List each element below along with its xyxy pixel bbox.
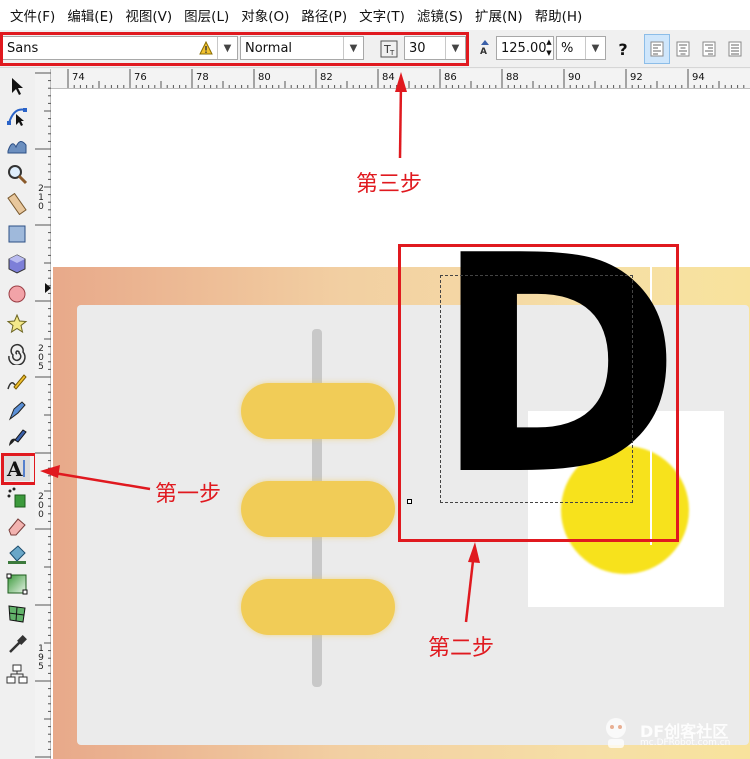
align-justify-icon <box>728 41 742 57</box>
chevron-down-icon[interactable]: ▼ <box>585 37 605 59</box>
toolbox: A <box>0 69 34 759</box>
ruler-label: 76 <box>134 72 147 83</box>
pen-icon <box>8 401 26 421</box>
eraser-icon <box>8 518 26 536</box>
mesh-tool[interactable] <box>4 601 30 627</box>
pen-tool[interactable] <box>4 397 30 423</box>
connector-icon <box>6 664 28 684</box>
watermark-url: mc.DFRobot.com.cn <box>640 738 731 748</box>
ruler-label: 205 <box>38 344 44 372</box>
ruler-label: 94 <box>692 72 705 83</box>
node-tool[interactable] <box>4 103 30 129</box>
step2-highlight-box <box>398 244 679 542</box>
ruler-label: 200 <box>38 492 44 520</box>
menu-text[interactable]: 文字(T) <box>353 5 411 25</box>
circle-tool[interactable] <box>4 281 30 307</box>
image-yellow-pill <box>241 481 395 537</box>
paint-bucket-tool[interactable] <box>4 541 30 567</box>
image-yellow-pill <box>241 579 395 635</box>
ruler-label: 88 <box>506 72 519 83</box>
menu-filters[interactable]: 滤镜(S) <box>411 5 469 25</box>
spiral-tool[interactable] <box>4 341 30 367</box>
menu-edit[interactable]: 编辑(E) <box>61 5 119 25</box>
spin-down-icon[interactable]: ▼ <box>544 48 554 59</box>
ruler-label: 78 <box>196 72 209 83</box>
spray-icon <box>7 487 26 508</box>
3d-box-icon <box>8 254 26 274</box>
help-icon[interactable]: ? <box>612 38 634 60</box>
selector-tool[interactable] <box>4 73 30 99</box>
align-right-icon <box>702 41 716 57</box>
dropper-tool[interactable] <box>4 631 30 657</box>
vertical-ruler: 210 205 200 195 <box>35 69 51 759</box>
step3-label: 第三步 <box>356 172 423 197</box>
watermark: DF创客社区 mc.DFRobot.com.cn <box>596 712 746 752</box>
line-spacing-unit-value: % <box>561 40 574 56</box>
star-tool[interactable] <box>4 311 30 337</box>
step1-label: 第一步 <box>155 482 222 507</box>
menu-layer[interactable]: 图层(L) <box>178 5 235 25</box>
ruler-ticks <box>67 69 745 88</box>
calligraphy-tool[interactable] <box>4 425 30 451</box>
menu-object[interactable]: 对象(O) <box>235 5 295 25</box>
measure-tool[interactable] <box>4 191 30 217</box>
align-justify-button[interactable] <box>722 34 748 64</box>
align-center-icon <box>676 41 690 57</box>
connector-tool[interactable] <box>4 661 30 687</box>
menubar: 文件(F) 编辑(E) 视图(V) 图层(L) 对象(O) 路径(P) 文字(T… <box>0 0 750 30</box>
ruler-label: 84 <box>382 72 395 83</box>
spray-tool[interactable] <box>4 485 30 511</box>
menu-extensions[interactable]: 扩展(N) <box>469 5 529 25</box>
step1-highlight-box <box>1 453 37 485</box>
menu-file[interactable]: 文件(F) <box>4 5 61 25</box>
image-yellow-pill <box>241 383 395 439</box>
rectangle-tool[interactable] <box>4 221 30 247</box>
line-spacing-icon: A <box>474 38 496 60</box>
eraser-tool[interactable] <box>4 513 30 539</box>
spin-up-icon[interactable]: ▲ <box>544 37 554 48</box>
line-spacing-spinner[interactable]: ▲ ▼ <box>544 37 554 59</box>
ruler-label: 92 <box>630 72 643 83</box>
gradient-tool[interactable] <box>4 571 30 597</box>
zoom-tool[interactable] <box>4 161 30 187</box>
calligraphy-icon <box>9 429 27 446</box>
ruler-label: 74 <box>72 72 85 83</box>
pencil-tool[interactable] <box>4 369 30 395</box>
ruler-label: 195 <box>38 644 44 672</box>
line-spacing-unit-combo[interactable]: % ▼ <box>556 36 606 60</box>
node-editor-icon <box>7 108 27 126</box>
menu-path[interactable]: 路径(P) <box>295 5 353 25</box>
align-left-button[interactable] <box>644 34 670 64</box>
rectangle-icon <box>8 225 26 243</box>
zoom-icon <box>8 165 28 185</box>
circle-icon <box>8 285 26 303</box>
align-left-icon <box>650 41 664 57</box>
horizontal-ruler: 74 76 78 80 82 84 86 88 90 92 94 96 <box>51 69 750 89</box>
ruler-label: 210 <box>38 184 44 212</box>
ruler-label: 82 <box>320 72 333 83</box>
step2-label: 第二步 <box>428 636 495 661</box>
ruler-label: 86 <box>444 72 457 83</box>
star-icon <box>6 313 28 334</box>
selector-icon <box>12 78 23 95</box>
menu-view[interactable]: 视图(V) <box>119 5 178 25</box>
step3-highlight-box <box>0 32 469 66</box>
spiral-icon <box>8 343 26 365</box>
pencil-icon <box>7 374 27 390</box>
tweak-icon <box>7 141 27 154</box>
3d-box-tool[interactable] <box>4 251 30 277</box>
paint-bucket-icon <box>8 545 26 564</box>
align-center-button[interactable] <box>670 34 696 64</box>
tweak-tool[interactable] <box>4 131 30 157</box>
robot-logo-icon <box>606 718 626 748</box>
measure-icon <box>7 193 27 215</box>
gradient-icon <box>6 573 28 595</box>
mesh-icon <box>8 605 26 623</box>
ruler-label: 80 <box>258 72 271 83</box>
dropper-icon <box>9 635 27 653</box>
menu-help[interactable]: 帮助(H) <box>529 5 589 25</box>
align-right-button[interactable] <box>696 34 722 64</box>
ruler-label: 90 <box>568 72 581 83</box>
